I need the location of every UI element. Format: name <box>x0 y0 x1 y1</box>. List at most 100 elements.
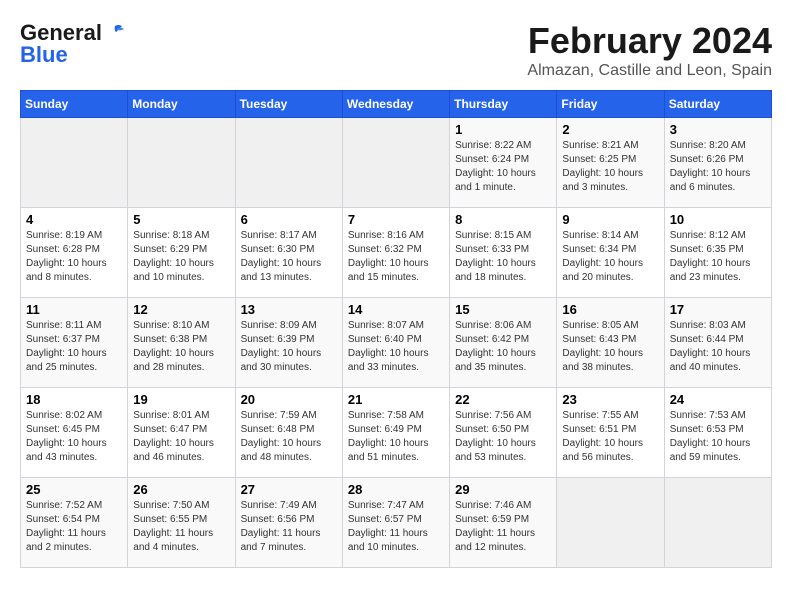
calendar-cell: 1Sunrise: 8:22 AM Sunset: 6:24 PM Daylig… <box>450 118 557 208</box>
calendar-cell <box>235 118 342 208</box>
calendar-cell: 23Sunrise: 7:55 AM Sunset: 6:51 PM Dayli… <box>557 388 664 478</box>
calendar-cell <box>21 118 128 208</box>
calendar-cell: 12 Sunrise: 8:10 AM Sunset: 6:38 PM Dayli… <box>128 298 235 388</box>
main-title: February 2024 <box>527 20 772 62</box>
day-number: 19 <box>133 392 229 407</box>
calendar-cell: 26Sunrise: 7:50 AM Sunset: 6:55 PM Dayli… <box>128 478 235 568</box>
calendar-cell <box>664 478 771 568</box>
weekday-header: Tuesday <box>235 91 342 118</box>
calendar-cell: 5 Sunrise: 8:18 AM Sunset: 6:29 PM Daylig… <box>128 208 235 298</box>
day-info: Sunrise: 7:52 AM Sunset: 6:54 PM Dayligh… <box>26 499 122 555</box>
day-info: Sunrise: 8:03 AM Sunset: 6:44 PM Dayligh… <box>670 319 766 375</box>
day-info: Sunrise: 8:12 AM Sunset: 6:35 PM Dayligh… <box>670 229 766 285</box>
day-number: 22 <box>455 392 551 407</box>
calendar-header-row: SundayMondayTuesdayWednesdayThursdayFrid… <box>21 91 772 118</box>
calendar-cell: 13 Sunrise: 8:09 AM Sunset: 6:39 PM Dayli… <box>235 298 342 388</box>
day-number: 16 <box>562 302 658 317</box>
day-info: Sunrise: 7:46 AM Sunset: 6:59 PM Dayligh… <box>455 499 551 555</box>
day-info: Sunrise: 8:20 AM Sunset: 6:26 PM Dayligh… <box>670 139 766 195</box>
calendar-cell: 16 Sunrise: 8:05 AM Sunset: 6:43 PM Dayli… <box>557 298 664 388</box>
day-number: 13 <box>241 302 337 317</box>
calendar-cell: 21Sunrise: 7:58 AM Sunset: 6:49 PM Dayli… <box>342 388 449 478</box>
day-number: 7 <box>348 212 444 227</box>
calendar-week-row: 1Sunrise: 8:22 AM Sunset: 6:24 PM Daylig… <box>21 118 772 208</box>
day-info: Sunrise: 7:47 AM Sunset: 6:57 PM Dayligh… <box>348 499 444 555</box>
day-number: 8 <box>455 212 551 227</box>
calendar-cell <box>557 478 664 568</box>
day-number: 9 <box>562 212 658 227</box>
calendar-cell: 9Sunrise: 8:14 AM Sunset: 6:34 PM Daylig… <box>557 208 664 298</box>
day-number: 20 <box>241 392 337 407</box>
day-number: 5 <box>133 212 229 227</box>
day-info: Sunrise: 8:21 AM Sunset: 6:25 PM Dayligh… <box>562 139 658 195</box>
day-number: 4 <box>26 212 122 227</box>
day-info: Sunrise: 7:59 AM Sunset: 6:48 PM Dayligh… <box>241 409 337 465</box>
weekday-header: Friday <box>557 91 664 118</box>
day-number: 12 <box>133 302 229 317</box>
calendar-cell: 11 Sunrise: 8:11 AM Sunset: 6:37 PM Dayli… <box>21 298 128 388</box>
calendar-cell: 27 Sunrise: 7:49 AM Sunset: 6:56 PM Dayli… <box>235 478 342 568</box>
day-info: Sunrise: 8:18 AM Sunset: 6:29 PM Dayligh… <box>133 229 229 285</box>
calendar-week-row: 25 Sunrise: 7:52 AM Sunset: 6:54 PM Dayli… <box>21 478 772 568</box>
calendar-cell: 8 Sunrise: 8:15 AM Sunset: 6:33 PM Daylig… <box>450 208 557 298</box>
day-info: Sunrise: 8:15 AM Sunset: 6:33 PM Dayligh… <box>455 229 551 285</box>
day-info: Sunrise: 8:11 AM Sunset: 6:37 PM Dayligh… <box>26 319 122 375</box>
weekday-header: Monday <box>128 91 235 118</box>
day-number: 3 <box>670 122 766 137</box>
calendar-cell: 18Sunrise: 8:02 AM Sunset: 6:45 PM Dayli… <box>21 388 128 478</box>
day-number: 24 <box>670 392 766 407</box>
day-number: 1 <box>455 122 551 137</box>
day-number: 11 <box>26 302 122 317</box>
day-number: 6 <box>241 212 337 227</box>
day-info: Sunrise: 8:10 AM Sunset: 6:38 PM Dayligh… <box>133 319 229 375</box>
day-info: Sunrise: 8:07 AM Sunset: 6:40 PM Dayligh… <box>348 319 444 375</box>
day-number: 17 <box>670 302 766 317</box>
day-info: Sunrise: 8:09 AM Sunset: 6:39 PM Dayligh… <box>241 319 337 375</box>
calendar-cell: 6 Sunrise: 8:17 AM Sunset: 6:30 PM Daylig… <box>235 208 342 298</box>
day-info: Sunrise: 8:16 AM Sunset: 6:32 PM Dayligh… <box>348 229 444 285</box>
day-info: Sunrise: 7:49 AM Sunset: 6:56 PM Dayligh… <box>241 499 337 555</box>
calendar-cell: 24 Sunrise: 7:53 AM Sunset: 6:53 PM Dayli… <box>664 388 771 478</box>
day-number: 15 <box>455 302 551 317</box>
day-number: 26 <box>133 482 229 497</box>
calendar-cell: 4 Sunrise: 8:19 AM Sunset: 6:28 PM Daylig… <box>21 208 128 298</box>
day-number: 29 <box>455 482 551 497</box>
day-number: 23 <box>562 392 658 407</box>
calendar-cell <box>342 118 449 208</box>
day-number: 14 <box>348 302 444 317</box>
calendar-cell: 20 Sunrise: 7:59 AM Sunset: 6:48 PM Dayli… <box>235 388 342 478</box>
calendar-cell: 28 Sunrise: 7:47 AM Sunset: 6:57 PM Dayli… <box>342 478 449 568</box>
title-block: February 2024 Almazan, Castille and Leon… <box>527 20 772 80</box>
weekday-header: Wednesday <box>342 91 449 118</box>
weekday-header: Saturday <box>664 91 771 118</box>
day-info: Sunrise: 8:06 AM Sunset: 6:42 PM Dayligh… <box>455 319 551 375</box>
day-info: Sunrise: 8:01 AM Sunset: 6:47 PM Dayligh… <box>133 409 229 465</box>
logo-bird-icon <box>104 24 126 42</box>
day-info: Sunrise: 7:56 AM Sunset: 6:50 PM Dayligh… <box>455 409 551 465</box>
day-info: Sunrise: 8:19 AM Sunset: 6:28 PM Dayligh… <box>26 229 122 285</box>
calendar-cell: 17 Sunrise: 8:03 AM Sunset: 6:44 PM Dayli… <box>664 298 771 388</box>
calendar-cell: 14 Sunrise: 8:07 AM Sunset: 6:40 PM Dayli… <box>342 298 449 388</box>
day-info: Sunrise: 7:53 AM Sunset: 6:53 PM Dayligh… <box>670 409 766 465</box>
logo-blue-text: Blue <box>20 42 68 68</box>
calendar-table: SundayMondayTuesdayWednesdayThursdayFrid… <box>20 90 772 568</box>
calendar-week-row: 18Sunrise: 8:02 AM Sunset: 6:45 PM Dayli… <box>21 388 772 478</box>
day-info: Sunrise: 8:05 AM Sunset: 6:43 PM Dayligh… <box>562 319 658 375</box>
calendar-week-row: 11 Sunrise: 8:11 AM Sunset: 6:37 PM Dayli… <box>21 298 772 388</box>
day-number: 27 <box>241 482 337 497</box>
weekday-header: Sunday <box>21 91 128 118</box>
day-info: Sunrise: 8:17 AM Sunset: 6:30 PM Dayligh… <box>241 229 337 285</box>
calendar-cell: 25 Sunrise: 7:52 AM Sunset: 6:54 PM Dayli… <box>21 478 128 568</box>
page-header: General Blue February 2024 Almazan, Cast… <box>20 20 772 80</box>
subtitle: Almazan, Castille and Leon, Spain <box>527 62 772 80</box>
calendar-cell: 19 Sunrise: 8:01 AM Sunset: 6:47 PM Dayli… <box>128 388 235 478</box>
calendar-cell: 15 Sunrise: 8:06 AM Sunset: 6:42 PM Dayli… <box>450 298 557 388</box>
calendar-cell: 10 Sunrise: 8:12 AM Sunset: 6:35 PM Dayli… <box>664 208 771 298</box>
calendar-cell: 3 Sunrise: 8:20 AM Sunset: 6:26 PM Daylig… <box>664 118 771 208</box>
day-number: 25 <box>26 482 122 497</box>
day-number: 28 <box>348 482 444 497</box>
day-info: Sunrise: 7:58 AM Sunset: 6:49 PM Dayligh… <box>348 409 444 465</box>
day-number: 2 <box>562 122 658 137</box>
day-info: Sunrise: 8:02 AM Sunset: 6:45 PM Dayligh… <box>26 409 122 465</box>
day-number: 10 <box>670 212 766 227</box>
